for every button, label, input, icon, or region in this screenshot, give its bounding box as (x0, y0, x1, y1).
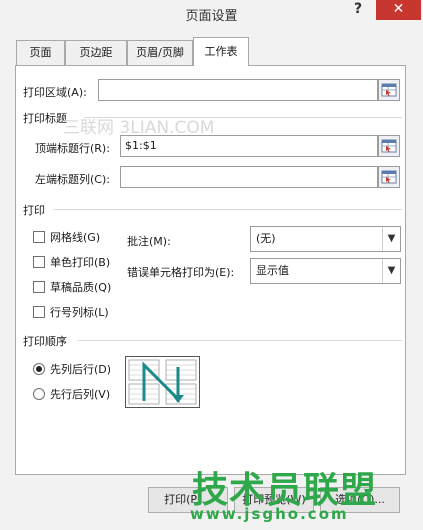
chevron-down-icon: ▼ (382, 259, 400, 283)
close-button[interactable]: ✕ (376, 0, 421, 20)
page-order-divider (78, 340, 402, 341)
over-then-down-radio[interactable] (33, 388, 45, 400)
print-area-label: 打印区域(A): (23, 86, 87, 99)
tab-sheet[interactable]: 工作表 (193, 37, 249, 66)
comments-label: 批注(M): (127, 235, 171, 248)
print-area-collapse-button[interactable] (378, 79, 400, 101)
tab-header-footer[interactable]: 页眉/页脚 (127, 40, 193, 65)
tab-page[interactable]: 页面 (16, 40, 65, 65)
cell-errors-select[interactable]: 显示值 ▼ (250, 258, 401, 284)
cell-errors-select-value: 显示值 (256, 264, 289, 277)
down-then-over-radio[interactable] (33, 363, 45, 375)
title-rows-collapse-button[interactable] (378, 135, 400, 157)
page-order-diagram-icon (128, 359, 197, 405)
range-select-icon (381, 83, 397, 97)
title-bar: 页面设置 ? ✕ (0, 0, 423, 30)
title-cols-input[interactable] (120, 166, 378, 188)
print-divider (54, 209, 402, 210)
range-select-icon (381, 170, 397, 184)
title-cols-collapse-button[interactable] (378, 166, 400, 188)
row-col-headings-checkbox[interactable] (33, 306, 45, 318)
site-logo-url: www.jsgho.com (190, 505, 349, 523)
help-button[interactable]: ? (350, 1, 366, 17)
print-titles-group-label: 打印标题 (23, 112, 67, 125)
gridlines-label: 网格线(G) (50, 231, 101, 244)
down-then-over-label: 先列后行(D) (50, 363, 112, 376)
chevron-down-icon: ▼ (382, 227, 400, 251)
black-white-label: 单色打印(B) (50, 256, 111, 269)
page-order-group-label: 打印顺序 (23, 335, 67, 348)
over-then-down-label: 先行后列(V) (50, 388, 111, 401)
print-area-input[interactable] (98, 79, 378, 101)
comments-select-value: (无) (256, 232, 276, 245)
title-cols-label: 左端标题列(C): (35, 173, 110, 186)
draft-quality-label: 草稿品质(Q) (50, 281, 112, 294)
cell-errors-label: 错误单元格打印为(E): (127, 266, 235, 279)
print-group-label: 打印 (23, 204, 45, 217)
title-rows-input[interactable]: $1:$1 (120, 135, 378, 157)
page-order-preview (125, 356, 200, 408)
black-white-checkbox[interactable] (33, 256, 45, 268)
watermark-text: 三联网 3LIAN.COM (63, 118, 215, 138)
tab-margins[interactable]: 页边距 (65, 40, 127, 65)
draft-quality-checkbox[interactable] (33, 281, 45, 293)
title-rows-label: 顶端标题行(R): (35, 142, 110, 155)
comments-select[interactable]: (无) ▼ (250, 226, 401, 252)
row-col-headings-label: 行号列标(L) (50, 306, 109, 319)
range-select-icon (381, 139, 397, 153)
gridlines-checkbox[interactable] (33, 231, 45, 243)
